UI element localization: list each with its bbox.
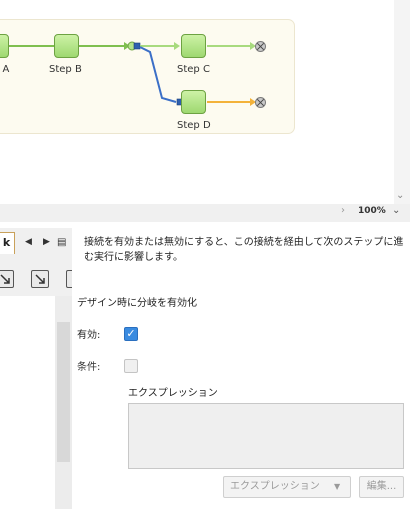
step-c-node[interactable]	[181, 34, 206, 58]
arrow-down-right-icon	[35, 274, 45, 284]
design-time-branch-heading: デザイン時に分岐を有効化	[77, 298, 197, 309]
arrowhead-c	[174, 42, 180, 50]
tool-button-1[interactable]	[0, 270, 14, 288]
step-b-label: Step B	[49, 64, 82, 75]
chevron-right-icon[interactable]: ›	[341, 205, 345, 216]
chevron-down-icon: ▼	[334, 482, 341, 491]
step-b-node[interactable]	[54, 34, 79, 58]
connection-branch-d[interactable]	[139, 46, 177, 103]
left-scrollbar-thumb[interactable]	[57, 322, 70, 462]
edit-button[interactable]: 編集...	[359, 476, 404, 498]
chevron-down-icon[interactable]: ⌄	[396, 190, 404, 201]
expression-dropdown[interactable]: エクスプレッション	[223, 476, 351, 498]
canvas-vertical-scrollbar[interactable]	[394, 0, 410, 204]
chevron-down-icon[interactable]: ⌄	[392, 205, 400, 216]
end-c-icon[interactable]	[255, 41, 266, 52]
enabled-label: 有効:	[77, 330, 101, 341]
expression-label: エクスプレッション	[128, 388, 218, 399]
list-icon[interactable]: ▤	[57, 237, 66, 248]
arrow-down-right-icon	[0, 274, 10, 284]
step-a-label: p A	[0, 64, 10, 75]
condition-label: 条件:	[77, 362, 101, 373]
step-d-label: Step D	[177, 120, 211, 131]
active-tab[interactable]: k	[0, 232, 15, 254]
triangle-right-icon[interactable]: ▶	[43, 237, 50, 247]
condition-checkbox[interactable]	[124, 359, 138, 373]
branch-handle-top[interactable]	[133, 42, 141, 50]
workflow-canvas[interactable]: p A Step B Step C Step D	[0, 0, 394, 204]
step-d-node[interactable]	[181, 90, 206, 114]
step-c-label: Step C	[177, 64, 210, 75]
enabled-checkbox[interactable]: ✓	[124, 327, 138, 341]
tool-button-2[interactable]	[31, 270, 49, 288]
zoom-level[interactable]: 100%	[358, 206, 386, 216]
expression-textarea[interactable]	[128, 403, 404, 469]
description-text: 接続を有効または無効にすると、この接続を経由して次のステップに進む実行に影響しま…	[84, 237, 404, 263]
step-a-node[interactable]	[0, 34, 9, 58]
end-d-icon[interactable]	[255, 97, 266, 108]
zoom-bar	[0, 204, 410, 222]
triangle-left-icon[interactable]: ◀	[25, 237, 32, 247]
